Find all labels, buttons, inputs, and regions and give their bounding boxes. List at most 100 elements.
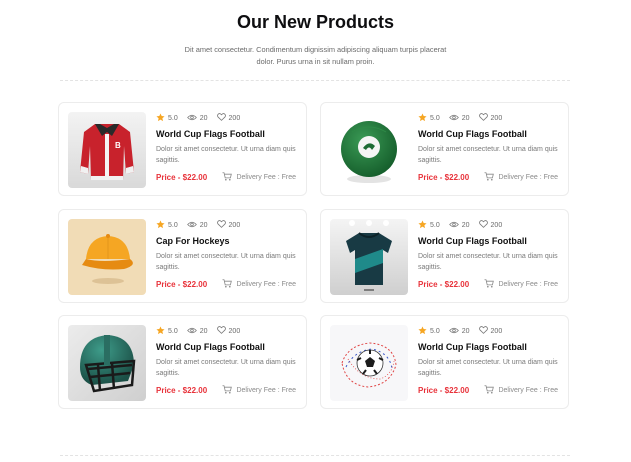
product-price: Price - $22.00 <box>156 173 208 182</box>
star-icon <box>156 219 168 231</box>
views-count: 20 <box>461 327 470 335</box>
delivery-fee: Delivery Fee : Free <box>484 385 558 396</box>
product-image[interactable] <box>330 325 408 401</box>
star-icon <box>418 325 430 337</box>
product-title[interactable]: Cap For Hockeys <box>156 236 301 246</box>
eye-icon <box>186 114 200 123</box>
rating-value: 5.0 <box>430 221 440 229</box>
views-count: 20 <box>461 221 470 229</box>
eye-icon <box>448 114 462 123</box>
views-count: 20 <box>199 221 208 229</box>
product-card[interactable]: 5.0 20 200 Cap For Hockeys Dolor sit ame… <box>58 209 307 303</box>
heart-icon[interactable] <box>216 220 229 230</box>
cart-icon <box>484 385 498 396</box>
rating-stat: 5.0 <box>418 112 440 124</box>
views-count: 20 <box>199 327 208 335</box>
likes-stat[interactable]: 200 <box>478 326 503 336</box>
likes-count: 200 <box>490 327 503 335</box>
rating-stat: 5.0 <box>418 219 440 231</box>
likes-count: 200 <box>228 114 241 122</box>
heart-icon[interactable] <box>216 113 229 123</box>
product-description: Dolor sit amet consectetur. Ut urna diam… <box>156 253 296 271</box>
views-stat: 20 <box>448 327 470 336</box>
heart-icon[interactable] <box>216 326 229 336</box>
product-image[interactable]: B <box>68 112 146 188</box>
product-price: Price - $22.00 <box>418 280 470 289</box>
product-image[interactable] <box>68 219 146 295</box>
product-title[interactable]: World Cup Flags Football <box>418 342 563 352</box>
likes-stat[interactable]: 200 <box>478 220 503 230</box>
product-title[interactable]: World Cup Flags Football <box>156 129 301 139</box>
likes-stat[interactable]: 200 <box>216 113 241 123</box>
cart-icon <box>222 279 236 290</box>
product-price: Price - $22.00 <box>418 173 470 182</box>
rating-value: 5.0 <box>168 114 178 122</box>
section-subtitle: Dit amet consectetur. Condimentum dignis… <box>184 45 447 66</box>
delivery-fee: Delivery Fee : Free <box>222 385 296 396</box>
likes-stat[interactable]: 200 <box>478 113 503 123</box>
rating-value: 5.0 <box>430 114 440 122</box>
product-image[interactable] <box>330 219 408 295</box>
delivery-fee: Delivery Fee : Free <box>484 279 558 290</box>
cart-icon <box>484 172 498 183</box>
heart-icon[interactable] <box>478 326 491 336</box>
views-stat: 20 <box>186 114 208 123</box>
star-icon <box>156 325 168 337</box>
product-image[interactable] <box>330 112 408 188</box>
product-description: Dolor sit amet consectetur. Ut urna diam… <box>418 359 558 377</box>
likes-stat[interactable]: 200 <box>216 326 240 336</box>
delivery-fee: Delivery Fee : Free <box>222 279 296 290</box>
product-description: Dolor sit amet consectetur. Ut urna diam… <box>418 253 558 271</box>
star-icon <box>418 219 430 231</box>
delivery-fee: Delivery Fee : Free <box>222 172 296 183</box>
top-divider <box>60 80 570 81</box>
rating-value: 5.0 <box>168 327 178 335</box>
rating-stat: 5.0 <box>156 325 178 337</box>
views-stat: 20 <box>186 221 208 230</box>
heart-icon[interactable] <box>478 113 491 123</box>
product-title[interactable]: World Cup Flags Football <box>156 342 301 352</box>
product-price: Price - $22.00 <box>418 386 470 395</box>
delivery-fee-label: Delivery Fee : Free <box>498 281 558 288</box>
product-image[interactable] <box>68 325 146 401</box>
product-card[interactable]: 5.0 20 200 World Cup Flags Football Dolo… <box>320 315 569 409</box>
rating-stat: 5.0 <box>156 112 178 124</box>
product-card[interactable]: B 5.0 20 200 World Cup Flags Football Do… <box>58 102 307 196</box>
bottom-divider <box>60 455 570 456</box>
eye-icon <box>186 221 200 230</box>
product-description: Dolor sit amet consectetur. Ut urna diam… <box>418 146 558 164</box>
section-title: Our New Products <box>236 12 395 32</box>
likes-stat[interactable]: 200 <box>216 220 241 230</box>
product-title[interactable]: World Cup Flags Football <box>418 129 563 139</box>
delivery-fee-label: Delivery Fee : Free <box>498 387 558 394</box>
likes-count: 200 <box>490 114 503 122</box>
product-title[interactable]: World Cup Flags Football <box>418 236 563 246</box>
likes-count: 200 <box>228 221 241 229</box>
rating-stat: 5.0 <box>156 219 178 231</box>
product-card[interactable]: 5.0 20 200 World Cup Flags Football Dolo… <box>320 102 569 196</box>
rating-stat: 5.0 <box>418 325 440 337</box>
eye-icon <box>448 221 462 230</box>
views-stat: 20 <box>448 114 470 123</box>
rating-value: 5.0 <box>430 327 440 335</box>
rating-value: 5.0 <box>168 221 178 229</box>
delivery-fee: Delivery Fee : Free <box>484 172 558 183</box>
product-card[interactable]: 5.0 20 200 World Cup Flags Football Dolo… <box>58 315 307 409</box>
cart-icon <box>222 385 236 396</box>
eye-icon <box>448 327 462 336</box>
eye-icon <box>186 327 200 336</box>
views-count: 20 <box>199 114 208 122</box>
delivery-fee-label: Delivery Fee : Free <box>236 174 296 181</box>
heart-icon[interactable] <box>478 220 491 230</box>
views-stat: 20 <box>186 327 208 336</box>
cart-icon <box>222 172 236 183</box>
star-icon <box>156 112 168 124</box>
product-card[interactable]: 5.0 20 200 World Cup Flags Football Dolo… <box>320 209 569 303</box>
views-count: 20 <box>461 114 470 122</box>
star-icon <box>418 112 430 124</box>
delivery-fee-label: Delivery Fee : Free <box>498 174 558 181</box>
views-stat: 20 <box>448 221 470 230</box>
cart-icon <box>484 279 498 290</box>
likes-count: 200 <box>490 221 503 229</box>
delivery-fee-label: Delivery Fee : Free <box>236 387 296 394</box>
